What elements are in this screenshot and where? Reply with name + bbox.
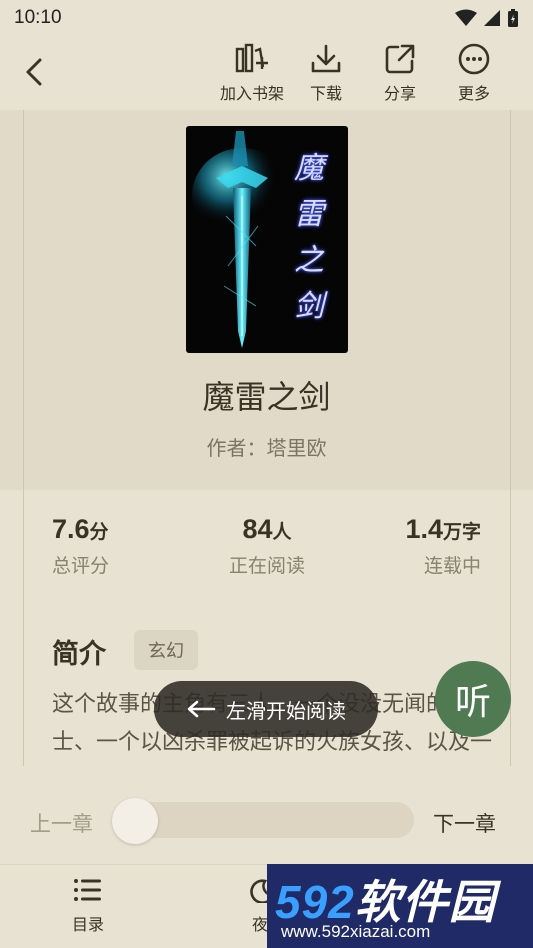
book-stats: 7.6分 总评分 84人 正在阅读 1.4万字 连载中 — [0, 500, 533, 600]
rating-value: 7.6 — [52, 514, 90, 544]
readers-caption: 正在阅读 — [228, 555, 305, 577]
next-chapter-button[interactable]: 下一章 — [433, 808, 496, 838]
intro-heading: 简介 — [52, 639, 106, 670]
share-label: 分享 — [383, 84, 416, 103]
swipe-hint-text: 左滑开始阅读 — [226, 698, 346, 723]
watermark-digits: 592 — [275, 876, 355, 928]
stat-readers: 84人 正在阅读 — [226, 514, 308, 578]
more-button[interactable]: 更多 — [437, 42, 511, 104]
status-icons — [455, 8, 519, 28]
cover-title: 魔雷之剑 — [294, 151, 324, 324]
download-button[interactable]: 下载 — [289, 42, 363, 104]
download-icon — [311, 44, 341, 73]
add-to-shelf-label: 加入书架 — [219, 84, 284, 103]
more-icon — [458, 43, 490, 75]
bookshelf-icon — [235, 43, 268, 73]
watermark-url: www.592xiazai.com — [281, 922, 431, 941]
nav-toc-label: 目录 — [71, 915, 104, 934]
wifi-icon — [455, 9, 477, 26]
back-button[interactable] — [14, 52, 54, 92]
add-to-shelf-button[interactable]: 加入书架 — [215, 42, 289, 104]
book-author[interactable]: 作者：塔里欧 — [0, 432, 533, 461]
swipe-hint-toast: 左滑开始阅读 — [154, 681, 378, 737]
share-button[interactable]: 分享 — [363, 42, 437, 104]
wordcount-unit: 万字 — [442, 521, 481, 543]
readers-unit: 人 — [272, 521, 292, 543]
arrow-left-icon — [187, 700, 216, 718]
genre-tag[interactable]: 玄幻 — [134, 630, 198, 670]
book-cover[interactable]: 魔雷之剑 — [186, 126, 348, 353]
watermark-brand: 软件园 — [354, 876, 496, 928]
rating-caption: 总评分 — [52, 555, 110, 577]
prev-chapter-button[interactable]: 上一章 — [30, 808, 93, 838]
nav-night-label: 夜 — [251, 915, 268, 934]
stat-wordcount: 1.4万字 连载中 — [398, 514, 481, 578]
battery-icon — [508, 9, 518, 27]
share-icon — [385, 44, 415, 74]
status-time: 10:10 — [14, 7, 62, 28]
stat-rating: 7.6分 总评分 — [52, 514, 109, 578]
book-title: 魔雷之剑 — [202, 378, 331, 416]
list-icon — [74, 879, 101, 901]
listen-button[interactable]: 听 — [435, 661, 511, 737]
status-bar: 10:10 — [0, 0, 533, 36]
chapter-progress-thumb[interactable] — [112, 798, 158, 844]
readers-value: 84 — [242, 514, 273, 544]
serial-status: 连载中 — [423, 555, 481, 577]
top-toolbar: 加入书架 下载 分享 更多 — [0, 36, 533, 110]
nav-toc[interactable]: 目录 — [48, 877, 128, 935]
signal-icon — [484, 10, 500, 26]
site-watermark: 592软件园 www.592xiazai.com — [267, 864, 533, 948]
download-label: 下载 — [309, 84, 342, 103]
chevron-left-icon — [26, 58, 42, 86]
more-label: 更多 — [457, 84, 490, 103]
wordcount-value: 1.4 — [405, 514, 443, 544]
rating-unit: 分 — [89, 521, 109, 543]
